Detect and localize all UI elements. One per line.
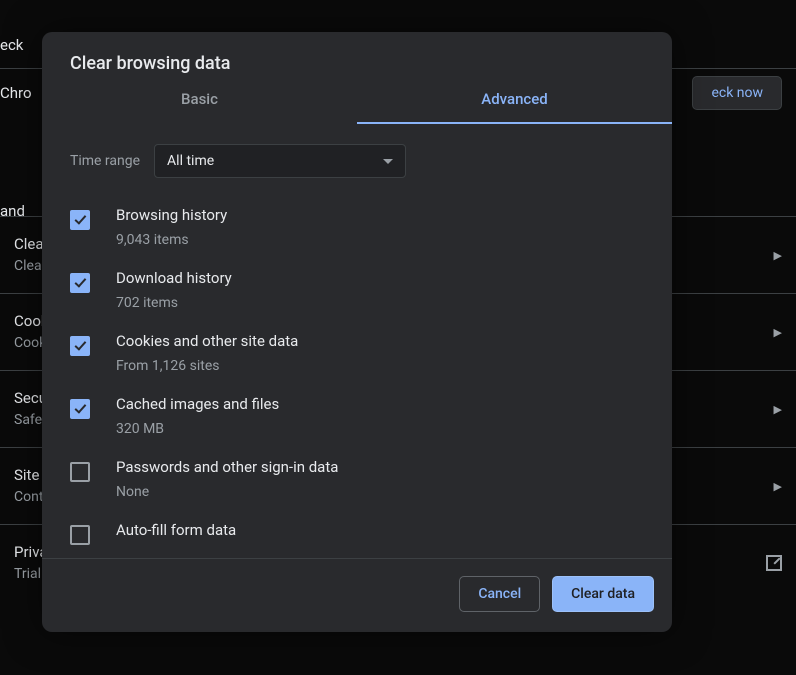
time-range-value: All time — [167, 153, 214, 169]
bg-fragment: and — [0, 202, 25, 220]
checkbox[interactable] — [70, 336, 90, 356]
checkbox[interactable] — [70, 273, 90, 293]
chevron-right-icon: ▶ — [774, 403, 782, 416]
item-sub: From 1,126 sites — [116, 356, 298, 376]
tab-basic[interactable]: Basic — [42, 90, 357, 124]
item-title: Cookies and other site data — [116, 331, 298, 353]
bg-fragment: eck — [0, 36, 23, 54]
dialog-tabs: Basic Advanced — [42, 90, 672, 124]
external-link-icon — [766, 555, 782, 571]
item-sub: 9,043 items — [116, 230, 227, 250]
data-type-item: Passwords and other sign-in data None — [42, 448, 668, 511]
chevron-down-icon — [383, 159, 393, 164]
chevron-right-icon: ▶ — [774, 249, 782, 262]
data-type-item: Cookies and other site data From 1,126 si… — [42, 322, 668, 385]
time-range-select[interactable]: All time — [154, 144, 406, 178]
item-title: Cached images and files — [116, 394, 279, 416]
checkbox[interactable] — [70, 210, 90, 230]
item-title: Auto-fill form data — [116, 520, 236, 542]
data-type-item: Browsing history 9,043 items — [42, 196, 668, 259]
item-title: Passwords and other sign-in data — [116, 457, 338, 479]
check-icon — [74, 402, 86, 414]
dialog-footer: Cancel Clear data — [42, 559, 672, 632]
check-icon — [74, 276, 86, 288]
cancel-button[interactable]: Cancel — [459, 576, 540, 612]
chevron-right-icon: ▶ — [774, 480, 782, 493]
item-sub: None — [116, 482, 338, 502]
time-range-label: Time range — [70, 153, 140, 169]
data-type-item: Cached images and files 320 MB — [42, 385, 668, 448]
tab-advanced[interactable]: Advanced — [357, 90, 672, 124]
data-type-item: Download history 702 items — [42, 259, 668, 322]
item-sub: 320 MB — [116, 419, 279, 439]
bg-row-title: Chro — [0, 84, 32, 102]
check-icon — [74, 212, 86, 224]
checkbox[interactable] — [70, 525, 90, 545]
dialog-body[interactable]: Time range All time Browsing history 9,04… — [42, 124, 672, 559]
clear-data-button[interactable]: Clear data — [552, 576, 654, 612]
check-now-button[interactable]: eck now — [692, 76, 782, 110]
clear-browsing-data-dialog: Clear browsing data Basic Advanced Time … — [42, 32, 672, 632]
item-title: Browsing history — [116, 205, 227, 227]
item-title: Download history — [116, 268, 232, 290]
check-icon — [74, 339, 86, 351]
dialog-title: Clear browsing data — [42, 32, 672, 90]
chevron-right-icon: ▶ — [774, 326, 782, 339]
checkbox[interactable] — [70, 462, 90, 482]
item-sub: 702 items — [116, 293, 232, 313]
checkbox[interactable] — [70, 399, 90, 419]
data-type-item: Auto-fill form data — [42, 511, 668, 554]
bg-row-title: Clea — [14, 234, 44, 254]
bg-row-sub: Clea — [14, 257, 44, 276]
